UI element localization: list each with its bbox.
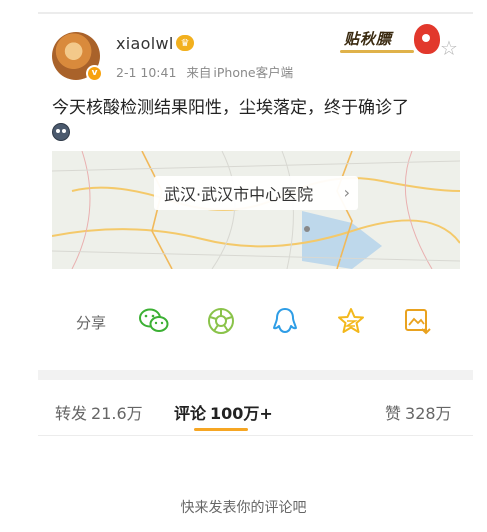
location-label: 武汉·武汉市中心医院 [164,185,314,204]
sad-face-emoji-icon [52,123,70,141]
location-tag[interactable]: 武汉·武汉市中心医院 › [154,176,358,210]
share-label: 分享 [76,314,107,332]
sticker-decoration: 贴秋膘 [336,22,444,64]
save-image-icon[interactable] [400,304,434,338]
section-divider [38,370,473,380]
post-source: iPhone客户端 [213,65,294,80]
qq-icon[interactable] [268,304,302,338]
sticker-text: 贴秋膘 [344,30,393,48]
tabs-divider [38,435,473,436]
tab-comment-count: 100万+ [210,404,273,423]
tab-comment-label: 评论 [174,404,207,423]
post-time: 2-1 10:41 [116,65,177,80]
post-content: 今天核酸检测结果阳性，尘埃落定，终于确诊了 [52,98,409,118]
tab-comment[interactable]: 评论 100万+ [174,400,273,424]
tab-repost-label: 转发 [55,404,88,423]
tab-like-count: 328万 [405,404,452,423]
tab-repost[interactable]: 转发 21.6万 [55,400,143,424]
active-tab-indicator [194,428,248,431]
tab-like-label: 赞 [385,404,402,423]
v-badge-icon: v [86,65,103,82]
username[interactable]: xiaolwl [116,34,174,53]
wechat-icon[interactable] [137,304,171,338]
tab-repost-count: 21.6万 [91,404,143,423]
sticker-underline [340,50,414,53]
moments-icon[interactable] [204,304,238,338]
sticker-mascot-icon [414,24,440,54]
avatar[interactable]: v [52,32,103,82]
top-divider [38,12,473,14]
comment-prompt[interactable]: 快来发表你的评论吧 [0,497,487,517]
chevron-right-icon: › [343,183,350,202]
share-bar: 分享 [0,304,487,340]
member-crown-icon[interactable]: ♛ [176,35,194,51]
location-map[interactable] [52,151,460,269]
map-roads [52,151,460,269]
interaction-tabs: 转发 21.6万 评论 100万+ 赞 328万 [0,380,487,436]
post-meta: 2-1 10:41 来自 iPhone客户端 [116,62,299,81]
favorite-star-icon[interactable]: ☆ [440,38,458,58]
qzone-star-icon[interactable] [334,304,368,338]
source-prefix: 来自 [186,65,212,80]
tab-like[interactable]: 赞 328万 [385,400,452,424]
